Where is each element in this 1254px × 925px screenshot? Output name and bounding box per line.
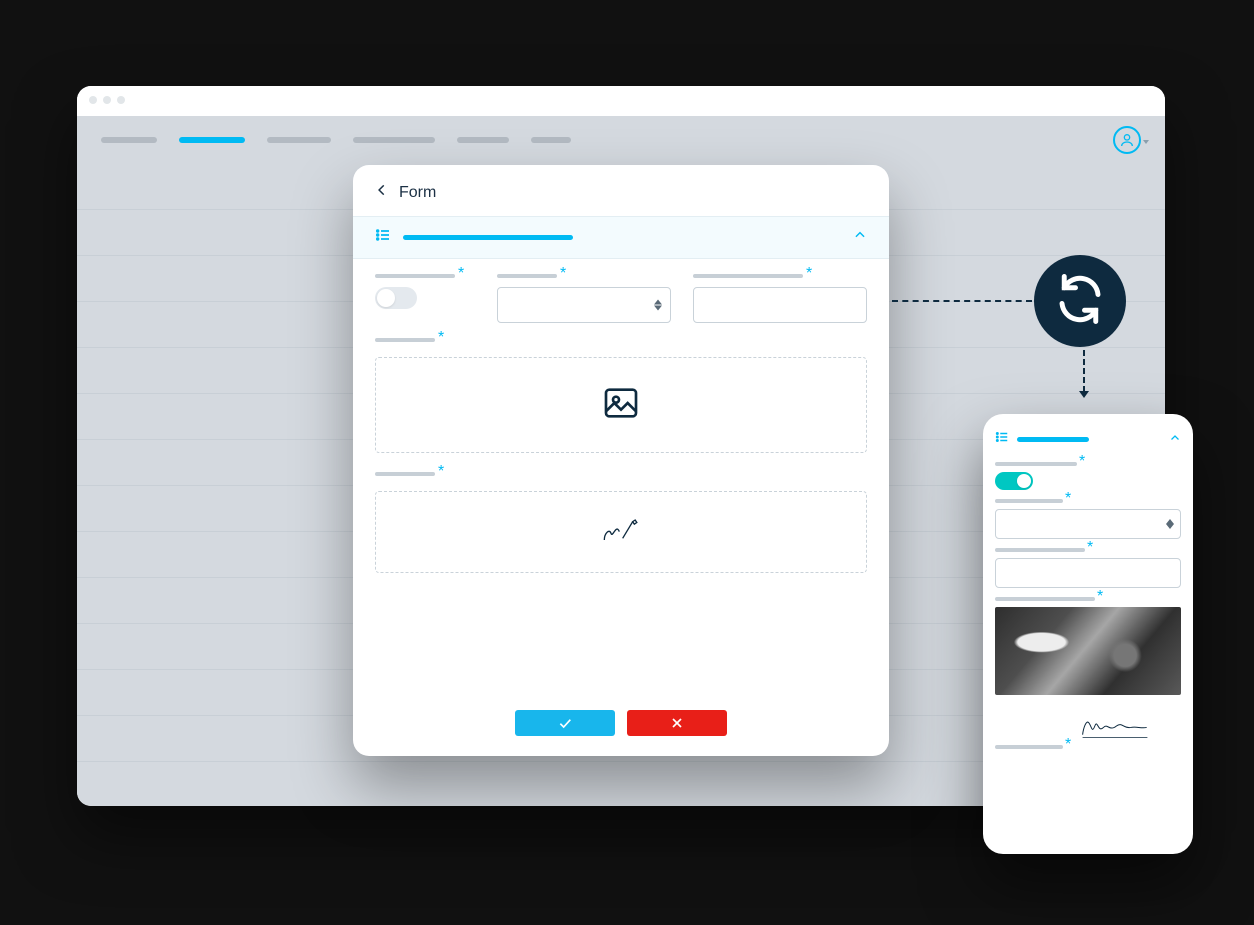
nav-item-active[interactable] [179, 137, 245, 143]
back-button[interactable] [375, 183, 389, 202]
required-marker: * [1065, 742, 1071, 748]
required-marker: * [560, 271, 566, 277]
nav-item[interactable] [101, 137, 157, 143]
select-field: * [497, 273, 671, 323]
sync-connector-horizontal [892, 300, 1032, 302]
field-label [375, 274, 455, 278]
required-marker: * [1065, 496, 1071, 502]
sync-badge [1034, 255, 1126, 347]
form-header: Form [353, 165, 889, 216]
image-icon [601, 383, 641, 428]
select-input[interactable] [497, 287, 671, 323]
list-icon [375, 227, 391, 248]
field-label [995, 597, 1095, 601]
required-marker: * [458, 271, 464, 277]
field-label [375, 472, 435, 476]
chevron-up-icon [1169, 431, 1181, 449]
field-label [375, 338, 435, 342]
text-input[interactable] [995, 558, 1181, 588]
form-actions [353, 710, 889, 736]
select-stepper-icon [654, 300, 662, 311]
section-title [403, 235, 573, 240]
image-field: * [375, 337, 867, 471]
traffic-light-dot [117, 96, 125, 104]
toggle-input[interactable] [995, 472, 1033, 490]
field-label [995, 462, 1077, 466]
mobile-toggle-field: * [995, 461, 1181, 490]
image-upload-area[interactable] [375, 357, 867, 453]
user-avatar[interactable] [1113, 126, 1141, 154]
form-modal: Form * * [353, 165, 889, 756]
sync-connector-vertical [1079, 350, 1085, 392]
select-input[interactable] [995, 509, 1181, 539]
nav-item[interactable] [457, 137, 509, 143]
app-nav [77, 116, 1165, 164]
required-marker: * [1097, 594, 1103, 600]
signature-input-area[interactable] [375, 491, 867, 573]
required-marker: * [438, 469, 444, 475]
text-input[interactable] [693, 287, 867, 323]
chevron-down-icon [1143, 140, 1149, 144]
nav-item[interactable] [353, 137, 435, 143]
traffic-light-dot [89, 96, 97, 104]
select-stepper-icon [1166, 519, 1174, 529]
required-marker: * [438, 335, 444, 341]
signature-field: * [375, 471, 867, 591]
signature-value [1079, 707, 1181, 750]
form-body: * * * [353, 259, 889, 601]
mobile-section-header[interactable] [995, 430, 1181, 449]
mobile-signature-field: * [995, 707, 1181, 750]
field-label [995, 745, 1063, 749]
toggle-field: * [375, 273, 475, 323]
toggle-input[interactable] [375, 287, 417, 309]
field-label [497, 274, 557, 278]
form-section-header[interactable] [353, 216, 889, 259]
sync-icon [1053, 272, 1107, 331]
arrow-down-icon [1079, 391, 1089, 398]
form-title: Form [399, 184, 436, 202]
mobile-text-field: * [995, 547, 1181, 588]
mobile-device: * * * * [983, 414, 1193, 854]
confirm-button[interactable] [515, 710, 615, 736]
required-marker: * [1079, 459, 1085, 465]
field-label [995, 548, 1085, 552]
required-marker: * [1087, 545, 1093, 551]
traffic-light-dot [103, 96, 111, 104]
field-label [693, 274, 803, 278]
list-icon [995, 430, 1009, 449]
nav-item[interactable] [267, 137, 331, 143]
nav-item[interactable] [531, 137, 571, 143]
text-field: * [693, 273, 867, 323]
cancel-button[interactable] [627, 710, 727, 736]
browser-titlebar [77, 86, 1165, 116]
field-label [995, 499, 1063, 503]
chevron-up-icon [853, 228, 867, 247]
section-title [1017, 437, 1089, 442]
uploaded-image[interactable] [995, 607, 1181, 695]
mobile-image-field: * [995, 596, 1181, 695]
mobile-select-field: * [995, 498, 1181, 539]
signature-icon [601, 510, 641, 555]
required-marker: * [806, 271, 812, 277]
